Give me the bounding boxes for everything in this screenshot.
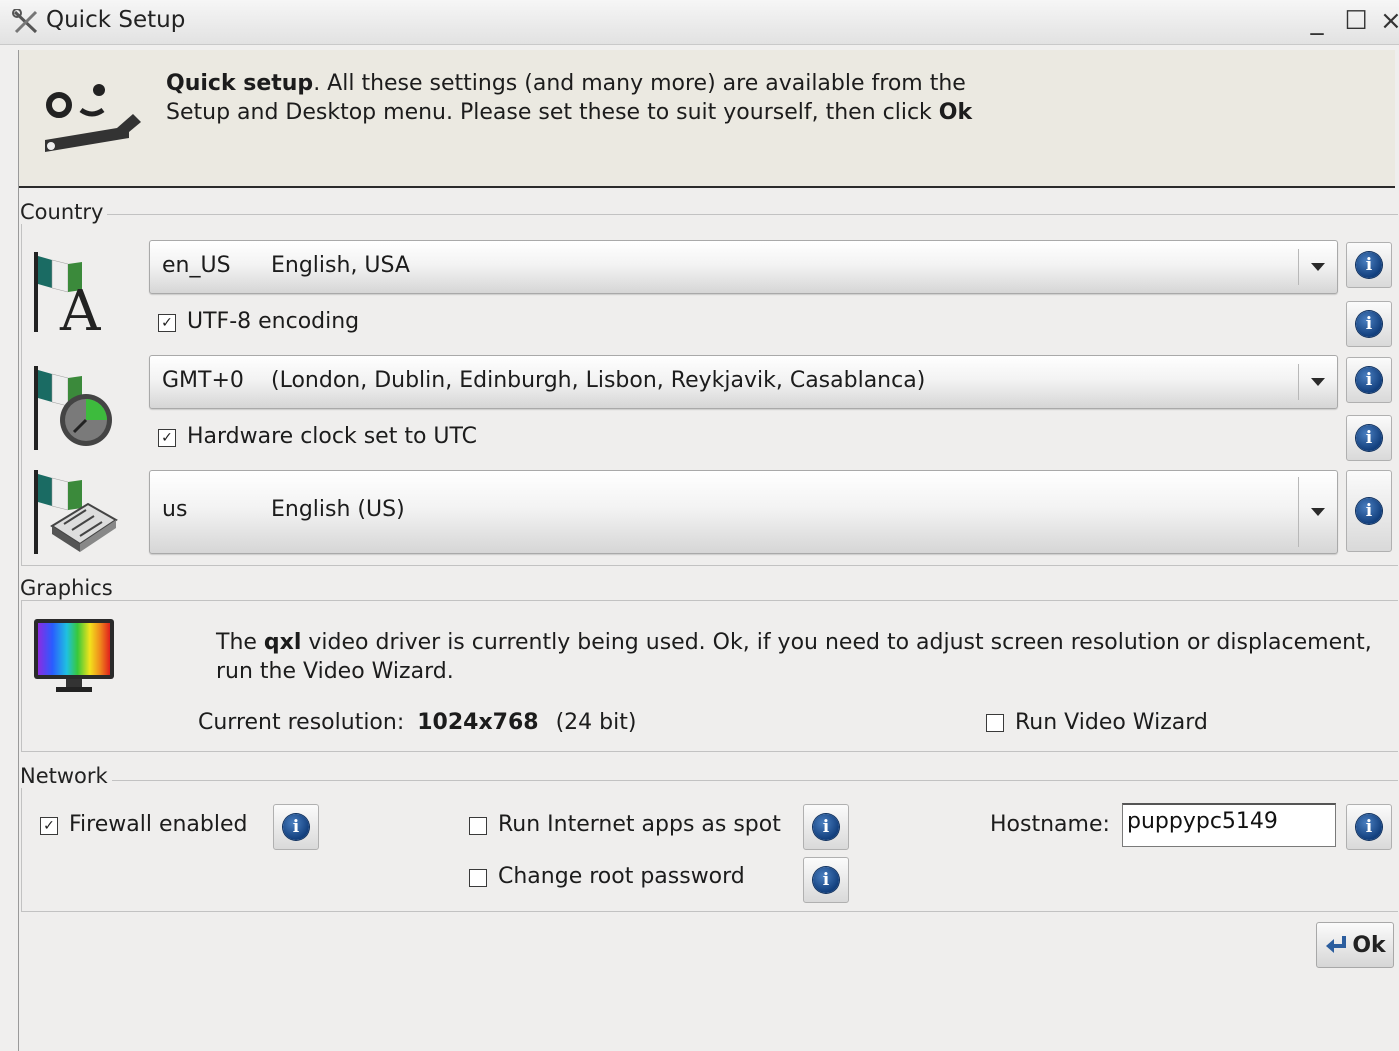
- change-root-password-checkbox[interactable]: [469, 869, 487, 887]
- chevron-down-icon: [1311, 508, 1325, 516]
- hwclock-info-button[interactable]: i: [1346, 415, 1392, 461]
- intro-header: Quick setup. All these settings (and man…: [19, 50, 1395, 188]
- info-icon: i: [1356, 425, 1382, 451]
- svg-text:A: A: [59, 279, 101, 335]
- resolution-depth: (24 bit): [555, 710, 637, 735]
- graphics-description: The qxl video driver is currently being …: [216, 628, 1391, 686]
- locale-name: English, USA: [271, 253, 410, 278]
- intro-title: Quick setup: [166, 71, 314, 96]
- run-video-wizard-checkbox[interactable]: [986, 714, 1004, 732]
- timezone-name: (London, Dublin, Edinburgh, Lisbon, Reyk…: [271, 368, 926, 393]
- combo-separator: [1298, 364, 1299, 400]
- info-icon: i: [1356, 814, 1382, 840]
- root-password-info-button[interactable]: i: [803, 857, 849, 903]
- chevron-down-icon: [1311, 263, 1325, 271]
- chevron-down-icon: [1311, 378, 1325, 386]
- info-icon: i: [1356, 311, 1382, 337]
- close-button[interactable]: ×: [1380, 4, 1399, 38]
- hostname-label: Hostname:: [990, 812, 1110, 837]
- run-as-spot-checkbox[interactable]: [469, 817, 487, 835]
- run-as-spot-info-button[interactable]: i: [803, 804, 849, 850]
- setup-wrench-icon: [45, 84, 141, 152]
- resolution-value: 1024x768: [417, 710, 539, 735]
- current-resolution: Current resolution: 1024x768 (24 bit): [198, 710, 636, 735]
- intro-ok-word: Ok: [938, 100, 973, 125]
- run-as-spot-label: Run Internet apps as spot: [498, 812, 781, 837]
- hostname-input[interactable]: puppypc5149: [1122, 803, 1336, 847]
- locale-dropdown[interactable]: en_US English, USA: [149, 240, 1338, 294]
- ok-label: Ok: [1352, 932, 1386, 958]
- maximize-button[interactable]: ☐: [1340, 4, 1372, 38]
- keyboard-name: English (US): [271, 497, 405, 522]
- keyboard-code: us: [162, 497, 188, 522]
- title-bar: Quick Setup _ ☐ ×: [0, 0, 1399, 45]
- info-icon: i: [1356, 252, 1382, 278]
- firewall-checkbox[interactable]: ✓: [40, 817, 58, 835]
- combo-separator: [1298, 249, 1299, 285]
- utf8-label: UTF-8 encoding: [187, 309, 360, 334]
- graphics-text-post: video driver is currently being used. Ok…: [216, 630, 1372, 684]
- utf8-checkbox[interactable]: ✓: [158, 314, 176, 332]
- resolution-label: Current resolution:: [198, 710, 405, 735]
- monitor-icon: [34, 619, 114, 692]
- timezone-info-button[interactable]: i: [1346, 357, 1392, 403]
- country-section-label: Country: [20, 200, 108, 224]
- graphics-driver: qxl: [263, 630, 302, 655]
- graphics-text-pre: The: [216, 630, 264, 655]
- keyboard-flag-icon: [34, 470, 118, 554]
- timezone-code: GMT+0: [162, 368, 244, 393]
- locale-code: en_US: [162, 253, 231, 278]
- minimize-button[interactable]: _: [1302, 4, 1332, 38]
- enter-arrow-icon: [1326, 936, 1347, 953]
- keyboard-info-button[interactable]: i: [1346, 470, 1392, 552]
- firewall-label: Firewall enabled: [69, 812, 248, 837]
- info-icon: i: [1356, 498, 1382, 524]
- info-icon: i: [1356, 367, 1382, 393]
- timezone-dropdown[interactable]: GMT+0 (London, Dublin, Edinburgh, Lisbon…: [149, 355, 1338, 409]
- info-icon: i: [813, 814, 839, 840]
- firewall-info-button[interactable]: i: [273, 804, 319, 850]
- info-icon: i: [283, 814, 309, 840]
- tools-icon: [12, 9, 38, 34]
- network-section-label: Network: [20, 764, 112, 788]
- info-icon: i: [813, 867, 839, 893]
- ok-button[interactable]: Ok: [1316, 922, 1394, 968]
- change-root-password-label: Change root password: [498, 864, 745, 889]
- hwclock-checkbox[interactable]: ✓: [158, 429, 176, 447]
- utf8-info-button[interactable]: i: [1346, 301, 1392, 347]
- locale-info-button[interactable]: i: [1346, 242, 1392, 288]
- graphics-section-label: Graphics: [20, 576, 117, 600]
- timezone-clock-icon: [34, 366, 112, 450]
- keyboard-dropdown[interactable]: us English (US): [149, 470, 1338, 554]
- window-title: Quick Setup: [46, 7, 186, 33]
- intro-text: Quick setup. All these settings (and man…: [166, 69, 986, 127]
- run-video-wizard-label: Run Video Wizard: [1015, 710, 1208, 735]
- locale-flag-icon: A: [34, 252, 101, 335]
- hwclock-label: Hardware clock set to UTC: [187, 424, 478, 449]
- combo-separator: [1298, 477, 1299, 547]
- hostname-info-button[interactable]: i: [1346, 804, 1392, 850]
